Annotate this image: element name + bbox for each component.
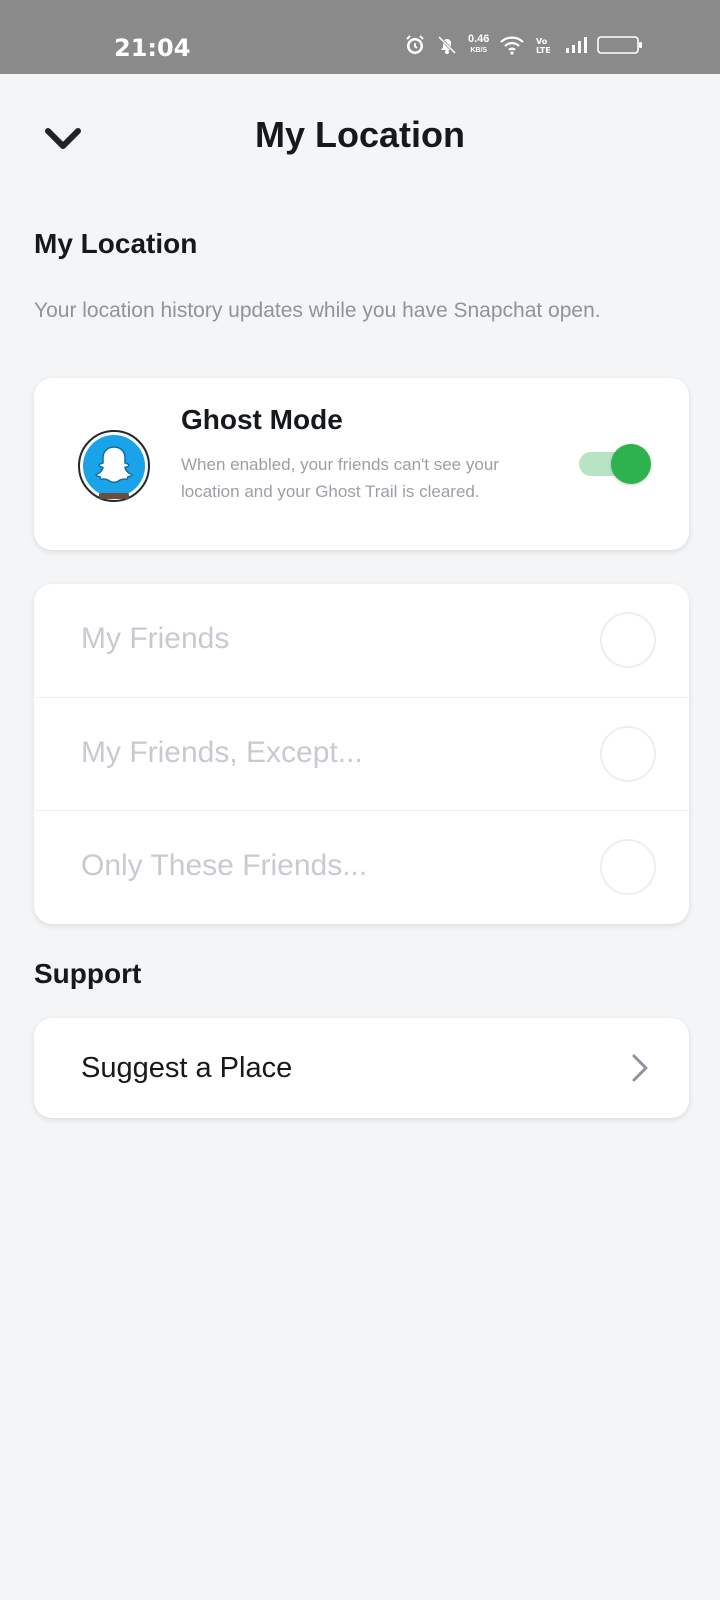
ghost-avatar <box>77 429 151 503</box>
radio-button[interactable] <box>600 839 656 895</box>
alarm-icon <box>404 34 426 56</box>
section-heading-my-location: My Location <box>34 228 198 259</box>
ghost-mode-title: Ghost Mode <box>181 404 343 435</box>
location-sharing-options: My Friends My Friends, Except... Only Th… <box>34 584 689 924</box>
section-heading-support: Support <box>34 958 142 989</box>
radio-button[interactable] <box>600 726 656 782</box>
option-label: My Friends <box>81 622 230 655</box>
mute-icon <box>436 34 458 56</box>
toggle-knob <box>611 444 651 484</box>
option-only-these-friends[interactable]: Only These Friends... <box>34 810 689 923</box>
option-label: My Friends, Except... <box>81 736 363 769</box>
option-my-friends[interactable]: My Friends <box>34 584 689 697</box>
chevron-right-icon <box>632 1054 648 1082</box>
page-title: My Location <box>254 114 465 155</box>
header: My Location <box>0 74 720 194</box>
status-bar: 21:04 0.46 KB/S Vo LTE <box>0 0 720 74</box>
network-speed: 0.46 KB/S <box>468 33 490 55</box>
signal-icon <box>565 36 588 54</box>
option-label: Only These Friends... <box>81 849 368 882</box>
ghost-mode-toggle[interactable] <box>579 442 655 486</box>
ghost-mode-card: Ghost Mode When enabled, your friends ca… <box>34 378 689 550</box>
option-my-friends-except[interactable]: My Friends, Except... <box>34 697 689 810</box>
volte-icon: Vo LTE <box>535 35 555 55</box>
suggest-a-place-label: Suggest a Place <box>81 1052 293 1084</box>
svg-text:LTE: LTE <box>536 46 551 55</box>
suggest-a-place-row[interactable]: Suggest a Place <box>34 1018 689 1118</box>
ghost-mode-description: When enabled, your friends can't see you… <box>181 455 499 501</box>
status-icons: 0.46 KB/S Vo LTE <box>404 34 643 56</box>
snapchat-ghost-icon <box>78 430 150 502</box>
battery-icon <box>597 35 643 55</box>
svg-text:Vo: Vo <box>536 37 548 46</box>
section-description: Your location history updates while you … <box>34 299 601 322</box>
radio-button[interactable] <box>600 612 656 668</box>
status-time: 21:04 <box>114 34 191 62</box>
wifi-icon <box>499 35 525 55</box>
